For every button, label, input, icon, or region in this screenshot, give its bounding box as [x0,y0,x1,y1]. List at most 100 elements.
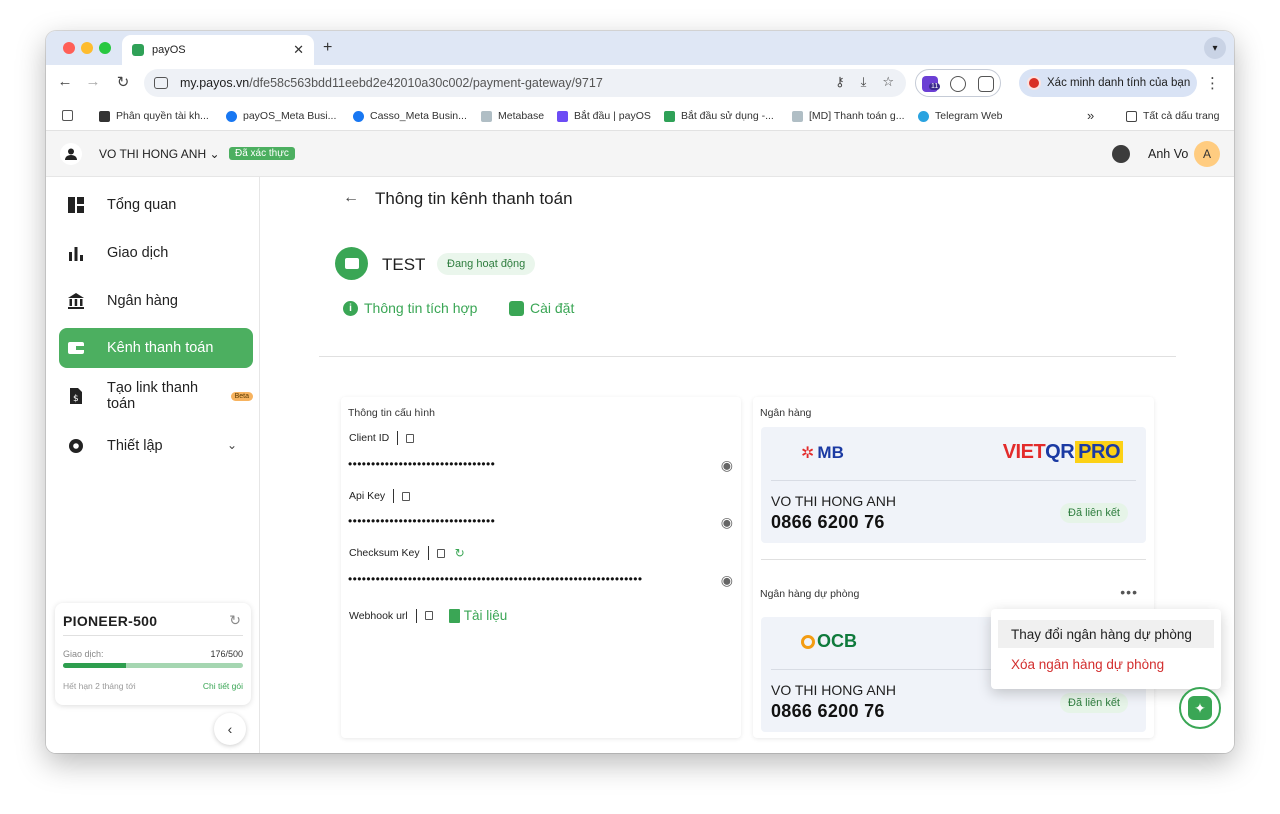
assistant-fab-button[interactable]: ✦ [1179,687,1221,729]
payos-favicon-icon [664,110,675,122]
primary-bank-box: ✲ MB VIETQR PRO VO THI HONG ANH 0866 6200 … [761,427,1146,543]
theme-toggle-icon[interactable] [1112,145,1130,163]
layers-icon [99,110,110,122]
bookmarks-overflow-icon[interactable]: » [1087,108,1094,123]
all-bookmarks-folder[interactable]: Tất cả dấu trang [1126,110,1219,122]
back-arrow-icon[interactable]: ← [343,189,359,207]
bookmark-item[interactable]: Phân quyền tài kh... [99,110,209,122]
info-icon: i [343,300,358,316]
refresh-icon[interactable]: ↻ [229,612,241,629]
tab-integration-info[interactable]: i Thông tin tích hợp [343,300,477,316]
dashboard-icon [67,196,85,214]
forward-arrow-icon[interactable]: → [83,73,103,90]
url-host: my.payos.vn [180,76,250,90]
payos-docs-icon [557,110,568,122]
sidebar: Tổng quan Giao dịch Ngân hàng Kênh thanh… [46,177,260,753]
eye-off-icon[interactable]: ◉ [721,514,733,531]
bookmark-item[interactable]: Metabase [481,110,544,122]
backup-bank-section-title: Ngân hàng dự phòng [760,588,860,600]
address-bar[interactable]: my.payos.vn/dfe58c563bdd11eebd2e42010a30… [144,69,906,97]
beta-badge: Beta [230,391,253,401]
sparkle-icon: ✦ [1188,696,1212,720]
bookmark-item[interactable]: Bắt đầu sử dụng -... [664,110,774,122]
sidebar-item-bank[interactable]: Ngân hàng [59,281,253,321]
config-section-title: Thông tin cấu hình [348,407,435,419]
site-info-icon[interactable] [154,77,168,89]
bookmark-star-icon[interactable]: ☆ [882,74,894,90]
reload-icon[interactable]: ↻ [113,73,133,91]
browser-toolbar: ← → ↻ my.payos.vn/dfe58c563bdd11eebd2e42… [46,65,1234,101]
extension-face-icon[interactable] [950,76,966,92]
browser-window: payOS ✕ + ▾ ← → ↻ my.payos.vn/dfe58c563b… [46,31,1234,753]
bookmarks-bar: Phân quyền tài kh... payOS_Meta Busi... … [46,101,1234,131]
backup-linked-badge: Đã liên kết [1060,693,1128,713]
remove-backup-bank-menu-item[interactable]: Xóa ngân hàng dự phòng [998,650,1214,678]
backup-account-number: 0866 6200 76 [771,701,885,721]
back-arrow-icon[interactable]: ← [55,73,75,90]
sidebar-item-create-payment-link[interactable]: $ Tạo link thanh toán Beta [59,376,253,416]
primary-account-name: VO THI HONG ANH [771,493,896,509]
bookmark-item[interactable]: payOS_Meta Busi... [226,110,336,122]
meta-icon [226,110,237,122]
app-header: VO THI HONG ANH ⌄ Đã xác thực Anh Vo A [46,131,1234,177]
bookmark-item[interactable]: Bắt đầu | payOS [557,110,651,122]
sidebar-item-payment-channels[interactable]: Kênh thanh toán [59,328,253,368]
sidebar-item-settings[interactable]: Thiết lập ⌄ [59,426,253,466]
bookmark-item[interactable]: Casso_Meta Busin... [353,110,467,122]
backup-bank-menu: Thay đổi ngân hàng dự phòng Xóa ngân hàn… [991,609,1221,689]
bookmark-item[interactable]: Telegram Web [918,110,1003,122]
api-key-label: Api Key [349,489,411,503]
change-backup-bank-menu-item[interactable]: Thay đổi ngân hàng dự phòng [998,620,1214,648]
tab-search-chevron-icon[interactable]: ▾ [1204,37,1226,59]
collapse-sidebar-button[interactable]: ‹ [214,713,246,745]
more-options-icon[interactable]: ••• [1120,584,1138,600]
tab-settings[interactable]: Cài đặt [509,300,574,316]
minimize-window-button[interactable] [81,42,93,54]
primary-account-number: 0866 6200 76 [771,512,885,532]
copy-checksum-key-icon[interactable] [436,548,445,558]
key-icon[interactable]: ⚷ [835,74,845,90]
extensions-puzzle-icon[interactable] [978,76,994,92]
browser-menu-icon[interactable]: ⋮ [1205,74,1220,92]
usage-progress-fill [63,663,127,668]
client-id-value: •••••••••••••••••••••••••••••••• [348,457,496,471]
new-tab-button[interactable]: + [323,39,332,57]
gear-icon [67,437,85,455]
verify-identity-button[interactable]: Xác minh danh tính của bạn [1019,69,1197,97]
gmail-icon [792,110,803,122]
apps-grid-icon[interactable] [62,110,79,121]
usage-count: 176/500 [210,649,243,659]
close-window-button[interactable] [63,42,75,54]
eye-off-icon[interactable]: ◉ [721,457,733,474]
gear-icon [509,300,524,316]
organization-selector[interactable]: VO THI HONG ANH ⌄ [99,147,220,161]
tab-close-icon[interactable]: ✕ [293,42,304,58]
avatar[interactable]: A [1194,141,1220,167]
sidebar-item-overview[interactable]: Tổng quan [59,185,253,225]
install-app-icon[interactable]: ⤓ [861,74,867,90]
copy-api-key-icon[interactable] [402,491,411,501]
plan-details-link[interactable]: Chi tiết gói [203,681,243,691]
docs-link[interactable]: Tài liệu [448,608,507,623]
svg-text:$: $ [73,394,79,404]
channel-logo [335,247,368,280]
bookmark-item[interactable]: [MD] Thanh toán g... [792,110,905,122]
page-title: Thông tin kênh thanh toán [375,189,573,208]
chevron-down-icon: ⌄ [209,147,220,161]
channel-status-badge: Đang hoạt động [437,253,536,275]
eye-off-icon[interactable]: ◉ [721,572,733,589]
copy-client-id-icon[interactable] [406,433,415,443]
tab-title: payOS [152,44,186,56]
chevron-left-icon: ‹ [227,721,233,737]
regenerate-icon[interactable]: ↻ [455,546,465,560]
sidebar-item-transactions[interactable]: Giao dịch [59,233,253,273]
webhook-url-label: Webhook url Tài liệu [349,608,508,623]
browser-tab[interactable]: payOS ✕ [122,35,314,65]
telegram-icon [918,110,929,122]
ocb-ring-icon [801,634,815,649]
maximize-window-button[interactable] [99,42,111,54]
verified-badge: Đã xác thực [229,147,295,160]
backup-account-name: VO THI HONG ANH [771,682,896,698]
copy-webhook-icon[interactable] [424,611,433,620]
account-name[interactable]: Anh Vo [1148,147,1188,161]
